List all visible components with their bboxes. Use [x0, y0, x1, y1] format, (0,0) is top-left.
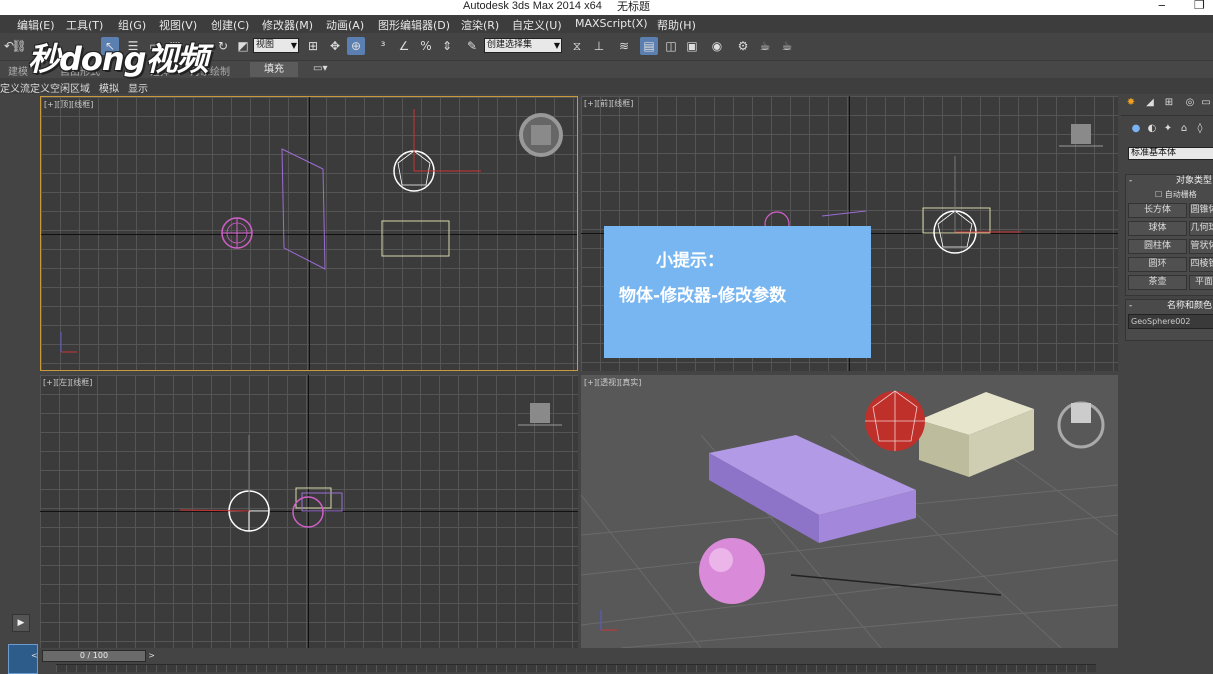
bottom-bar: ▶ <0 / 100 > [0, 614, 1213, 674]
video-logo: 秒dong视频 [28, 40, 209, 78]
pyramid-button[interactable]: 四棱锥 [1189, 257, 1213, 272]
play-icon[interactable]: ▶ [12, 614, 30, 632]
menu-rendering[interactable]: 渲染(R) [461, 17, 499, 33]
object-name-field[interactable]: GeoSphere002 [1128, 314, 1213, 329]
viewport-top[interactable]: [+][顶][线框] [40, 96, 578, 371]
snap-3d-icon[interactable]: ³ [374, 37, 392, 55]
link-icon[interactable]: ⛓ [10, 37, 28, 55]
cylinder-button[interactable]: 圆柱体 [1128, 239, 1187, 254]
define-flows-button[interactable]: 定义流 [0, 80, 30, 95]
helpers-icon[interactable]: ◊ [1193, 123, 1207, 137]
shapes-icon[interactable]: ◐ [1145, 123, 1159, 137]
menu-customize[interactable]: 自定义(U) [512, 17, 562, 33]
time-slider[interactable]: <0 / 100 > [31, 650, 155, 662]
rendered-frame-icon[interactable]: ☕ [756, 37, 774, 55]
ribbon-options-icon[interactable]: ▭▾ [313, 63, 327, 74]
modify-tab-icon[interactable]: ◢ [1143, 97, 1157, 111]
teapot-button[interactable]: 茶壶 [1128, 275, 1187, 290]
move-icon[interactable]: ✥ [326, 37, 344, 55]
display-tab-icon[interactable]: ▭ [1199, 97, 1213, 111]
edit-named-selection-icon[interactable]: ✎ [463, 37, 481, 55]
perspective-scene [581, 390, 1118, 648]
menu-help[interactable]: 帮助(H) [657, 17, 696, 33]
angle-snap-icon[interactable]: ∠ [395, 37, 413, 55]
menu-animation[interactable]: 动画(A) [326, 17, 364, 33]
restore-icon[interactable]: ❐ [1194, 0, 1205, 12]
category-dropdown[interactable]: 标准基本体 [1128, 147, 1213, 160]
schematic-view-icon[interactable]: ▣ [683, 37, 701, 55]
render-production-icon[interactable]: ☕ [778, 37, 796, 55]
named-selection-set-dropdown[interactable]: 创建选择集 ▼ [484, 38, 562, 53]
keyboard-shortcut-icon[interactable]: ⊕ [347, 37, 365, 55]
percent-snap-icon[interactable]: % [417, 37, 435, 55]
sphere-button[interactable]: 球体 [1128, 221, 1187, 236]
viewport-left[interactable]: [+][左][线框] [40, 375, 578, 648]
menu-create[interactable]: 创建(C) [211, 17, 249, 33]
title-bar: Autodesk 3ds Max 2014 x64 无标题 ‒ ❐ [0, 0, 1213, 15]
mirror-icon[interactable]: ⧖ [568, 37, 586, 55]
curve-editor-icon[interactable]: ◫ [662, 37, 680, 55]
pivot-icon[interactable]: ⊞ [304, 37, 322, 55]
rollout-header[interactable]: - 对象类型 [1126, 175, 1213, 187]
timeline-track[interactable] [56, 664, 1096, 672]
scale-icon[interactable]: ◩ [234, 37, 252, 55]
minimize-icon[interactable]: ‒ [1158, 0, 1166, 12]
material-editor-icon[interactable]: ◉ [708, 37, 726, 55]
tip-title: 小提示： [656, 251, 724, 271]
tube-button[interactable]: 管状体 [1189, 239, 1213, 254]
viewport-perspective[interactable]: [+][透视][真实] [581, 375, 1118, 648]
torus-button[interactable]: 圆环 [1128, 257, 1187, 272]
rollout-header[interactable]: - 名称和颜色 [1126, 300, 1213, 312]
display-button[interactable]: 显示 [128, 80, 148, 95]
layer-manager-icon[interactable]: ≋ [615, 37, 633, 55]
chevron-left-icon[interactable]: < [31, 651, 38, 661]
lights-icon[interactable]: ✦ [1161, 123, 1175, 137]
motion-tab-icon[interactable]: ◎ [1183, 97, 1197, 111]
box-button[interactable]: 长方体 [1128, 203, 1187, 218]
left-view-objects [179, 403, 562, 532]
rotate-icon[interactable]: ↻ [214, 37, 232, 55]
command-panel: ✸ ◢ ⊞ ◎ ▭ ● ◐ ✦ ⌂ ◊ 标准基本体 - 对象类型 ☐ 自动栅格 长… [1121, 94, 1213, 650]
create-category-icons: ● ◐ ✦ ⌂ ◊ [1121, 120, 1213, 138]
chevron-right-icon[interactable]: > [148, 651, 155, 661]
define-idle-areas-button[interactable]: 定义空闲区域 [30, 80, 90, 95]
plane-button[interactable]: 平面 [1189, 275, 1213, 290]
simulate-button[interactable]: 模拟 [99, 80, 119, 95]
geosphere-button[interactable]: 几何球体 [1189, 221, 1213, 236]
spinner-snap-icon[interactable]: ⇕ [438, 37, 456, 55]
menu-graph-editors[interactable]: 图形编辑器(D) [378, 17, 450, 33]
autogrid-checkbox[interactable]: ☐ 自动栅格 [1155, 189, 1197, 200]
menu-bar: 编辑(E) 工具(T) 组(G) 视图(V) 创建(C) 修改器(M) 动画(A… [0, 15, 1213, 33]
tab-modeling[interactable]: 建模 [8, 63, 28, 78]
populate-panel: 定义流 定义空闲区域 模拟 显示 [0, 78, 1213, 95]
tip-body: 物体-修改器-修改参数 [619, 286, 787, 306]
menu-group[interactable]: 组(G) [118, 17, 146, 33]
command-panel-tabs: ✸ ◢ ⊞ ◎ ▭ [1121, 94, 1213, 116]
cameras-icon[interactable]: ⌂ [1177, 123, 1191, 137]
graphite-toggle-icon[interactable]: ▤ [640, 37, 658, 55]
create-tab-icon[interactable]: ✸ [1124, 97, 1138, 111]
geometry-icon[interactable]: ● [1129, 123, 1143, 137]
render-setup-icon[interactable]: ⚙ [734, 37, 752, 55]
document-title: 无标题 [617, 0, 650, 13]
menu-edit[interactable]: 编辑(E) [17, 17, 55, 33]
menu-views[interactable]: 视图(V) [159, 17, 197, 33]
tab-populate[interactable]: 填充 [250, 62, 298, 77]
app-title: Autodesk 3ds Max 2014 x64 [463, 0, 602, 12]
top-view-objects [60, 109, 563, 353]
left-strip [0, 94, 38, 646]
align-icon[interactable]: ⊥ [590, 37, 608, 55]
reference-coord-dropdown[interactable]: 视图 ▼ [253, 38, 299, 53]
hierarchy-tab-icon[interactable]: ⊞ [1162, 97, 1176, 111]
tip-overlay: 小提示： 物体-修改器-修改参数 [604, 226, 871, 358]
object-type-rollout: -对象类型 ☐ 自动栅格 长方体 圆锥体 球体 几何球体 圆柱体 管状体 圆环 … [1125, 174, 1213, 296]
cone-button[interactable]: 圆锥体 [1189, 203, 1213, 218]
menu-modifiers[interactable]: 修改器(M) [262, 17, 313, 33]
menu-tools[interactable]: 工具(T) [66, 17, 103, 33]
menu-maxscript[interactable]: MAXScript(X) [575, 17, 648, 30]
